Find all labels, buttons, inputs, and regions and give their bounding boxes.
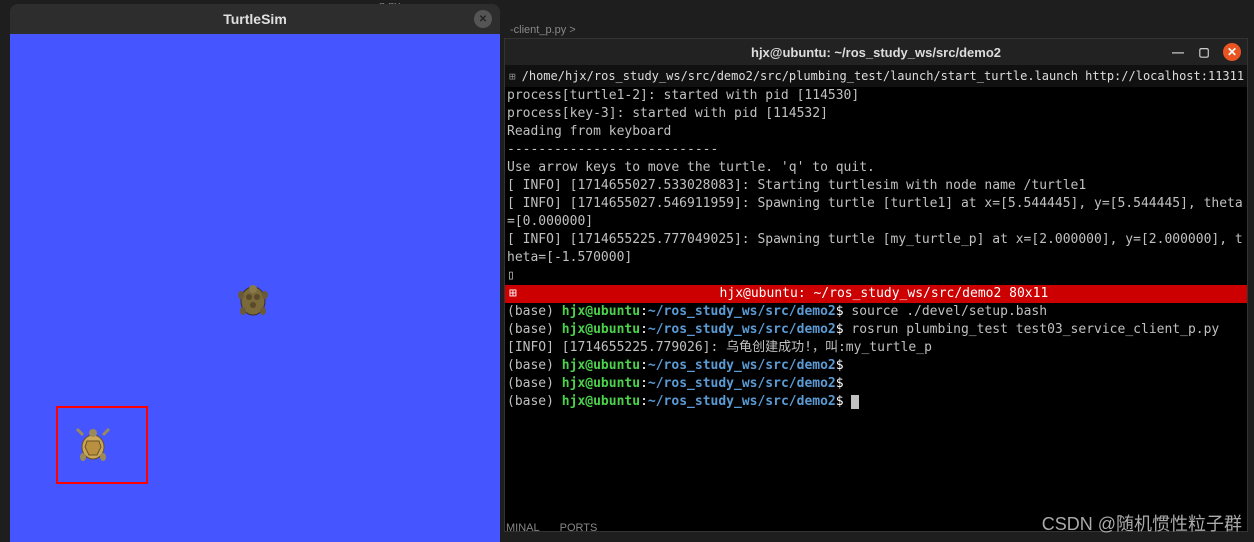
bottom-tabs: MINAL PORTS [506, 522, 597, 534]
turtle-my-turtle-p [72, 424, 114, 466]
terminal-line: (base) hjx@ubuntu:~/ros_study_ws/src/dem… [505, 303, 1247, 321]
editor-bg-strip [504, 0, 1248, 38]
terminal-output-line: process[key-3]: started with pid [114532… [505, 105, 1247, 123]
minimize-icon[interactable]: — [1171, 45, 1185, 59]
terminal-output-line: [ INFO] [1714655027.546911959]: Spawning… [505, 195, 1247, 231]
turtle-1 [232, 280, 274, 322]
turtlesim-title: TurtleSim [223, 11, 287, 27]
divider-text: hjx@ubuntu: ~/ros_study_ws/src/demo2 80x… [525, 285, 1243, 303]
terminal-output-line: process[turtle1-2]: started with pid [11… [505, 87, 1247, 105]
terminal-output-line: Use arrow keys to move the turtle. 'q' t… [505, 159, 1247, 177]
terminal-line: (base) hjx@ubuntu:~/ros_study_ws/src/dem… [505, 375, 1247, 393]
tab-terminal[interactable]: MINAL [506, 522, 540, 534]
watermark: CSDN @随机惯性粒子群 [1042, 510, 1242, 536]
turtlesim-titlebar[interactable]: TurtleSim ✕ [10, 4, 500, 34]
terminal-line: (base) hjx@ubuntu:~/ros_study_ws/src/dem… [505, 357, 1247, 375]
terminal-output-line: Reading from keyboard [505, 123, 1247, 141]
maximize-icon[interactable]: ▢ [1197, 45, 1211, 59]
turtlesim-canvas[interactable] [10, 34, 500, 542]
turtlesim-window: TurtleSim ✕ [10, 4, 500, 542]
terminal-output-line: [ INFO] [1714655027.533028083]: Starting… [505, 177, 1247, 195]
terminal-output-line: ▯ [505, 267, 1247, 285]
terminal-window: hjx@ubuntu: ~/ros_study_ws/src/demo2 — ▢… [504, 38, 1248, 532]
terminal-line: (base) hjx@ubuntu:~/ros_study_ws/src/dem… [505, 321, 1247, 339]
terminal-content[interactable]: process[turtle1-2]: started with pid [11… [505, 87, 1247, 531]
close-icon[interactable]: ✕ [1223, 43, 1241, 61]
terminal-output-line: [ INFO] [1714655225.777049025]: Spawning… [505, 231, 1247, 267]
tab-ports[interactable]: PORTS [560, 522, 598, 534]
terminal-title: hjx@ubuntu: ~/ros_study_ws/src/demo2 [751, 45, 1001, 60]
close-icon[interactable]: ✕ [474, 10, 492, 28]
window-controls: — ▢ ✕ [1171, 43, 1241, 61]
close-glyph: ✕ [479, 14, 487, 25]
terminal-tab-path: /home/hjx/ros_study_ws/src/demo2/src/plu… [522, 69, 1244, 83]
terminal-output-line: --------------------------- [505, 141, 1247, 159]
terminal-titlebar[interactable]: hjx@ubuntu: ~/ros_study_ws/src/demo2 — ▢… [505, 39, 1247, 65]
cursor [851, 395, 859, 409]
terminal-tabbar[interactable]: ⊞ /home/hjx/ros_study_ws/src/demo2/src/p… [505, 65, 1247, 87]
bg-tab-2: -client_p.py > [510, 24, 576, 36]
terminal-line: [INFO] [1714655225.779026]: 乌龟创建成功!，叫:my… [505, 339, 1247, 357]
pane-divider[interactable]: ⊞ hjx@ubuntu: ~/ros_study_ws/src/demo2 80… [505, 285, 1247, 303]
split-icon: ⊞ [509, 285, 517, 303]
terminal-line: (base) hjx@ubuntu:~/ros_study_ws/src/dem… [505, 393, 1247, 411]
split-icon[interactable]: ⊞ [509, 70, 516, 83]
